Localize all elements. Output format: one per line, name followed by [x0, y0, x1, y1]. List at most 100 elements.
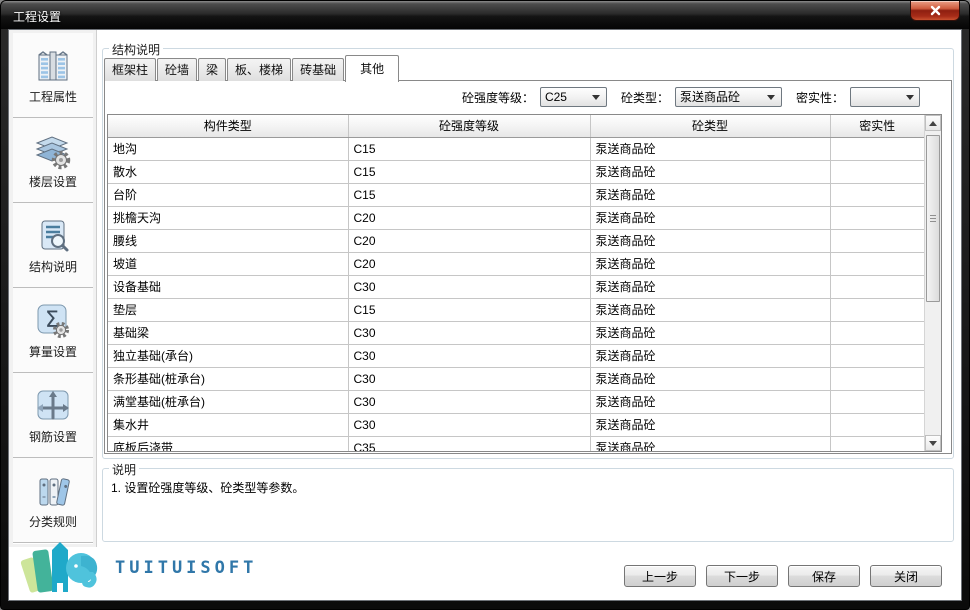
floors-gear-icon	[33, 130, 73, 172]
next-step-button[interactable]: 下一步	[706, 565, 778, 587]
sidebar-item-quantity-settings[interactable]: Σ算量设置	[13, 288, 93, 373]
table-row[interactable]: 挑檐天沟C20泵送商品砼	[108, 206, 924, 229]
cell-concrete-type[interactable]: 泵送商品砼	[590, 137, 830, 160]
cell-strength-grade[interactable]: C30	[348, 275, 590, 298]
table-row[interactable]: 集水井C30泵送商品砼	[108, 413, 924, 436]
cell-component-type[interactable]: 满堂基础(桩承台)	[108, 390, 348, 413]
scroll-up-button[interactable]	[925, 115, 941, 131]
cell-component-type[interactable]: 设备基础	[108, 275, 348, 298]
cell-density[interactable]	[830, 344, 924, 367]
cell-component-type[interactable]: 腰线	[108, 229, 348, 252]
tab-1[interactable]: 砼墙	[157, 58, 197, 81]
table-row[interactable]: 基础梁C30泵送商品砼	[108, 321, 924, 344]
cell-strength-grade[interactable]: C30	[348, 321, 590, 344]
cell-density[interactable]	[830, 390, 924, 413]
concrete-type-select[interactable]: 泵送商品砼	[675, 87, 782, 107]
table-row[interactable]: 条形基础(桩承台)C30泵送商品砼	[108, 367, 924, 390]
cell-concrete-type[interactable]: 泵送商品砼	[590, 390, 830, 413]
cell-strength-grade[interactable]: C20	[348, 206, 590, 229]
cell-density[interactable]	[830, 137, 924, 160]
cell-density[interactable]	[830, 206, 924, 229]
cell-component-type[interactable]: 地沟	[108, 137, 348, 160]
tab-4[interactable]: 砖基础	[292, 58, 344, 81]
cell-strength-grade[interactable]: C30	[348, 390, 590, 413]
sidebar-item-floor-settings[interactable]: 楼层设置	[13, 118, 93, 203]
books-icon	[33, 470, 73, 512]
component-table: 构件类型砼强度等级砼类型密实性 地沟C15泵送商品砼散水C15泵送商品砼台阶C1…	[107, 114, 942, 452]
cell-density[interactable]	[830, 229, 924, 252]
cell-density[interactable]	[830, 298, 924, 321]
scroll-down-button[interactable]	[925, 435, 941, 451]
vertical-scrollbar[interactable]	[924, 115, 941, 451]
save-button[interactable]: 保存	[788, 565, 860, 587]
cell-concrete-type[interactable]: 泵送商品砼	[590, 206, 830, 229]
cell-concrete-type[interactable]: 泵送商品砼	[590, 183, 830, 206]
table-row[interactable]: 地沟C15泵送商品砼	[108, 137, 924, 160]
prev-step-button[interactable]: 上一步	[624, 565, 696, 587]
sidebar-item-rebar-settings[interactable]: 钢筋设置	[13, 373, 93, 458]
cell-density[interactable]	[830, 275, 924, 298]
cell-strength-grade[interactable]: C35	[348, 436, 590, 452]
table-row[interactable]: 设备基础C30泵送商品砼	[108, 275, 924, 298]
cell-component-type[interactable]: 散水	[108, 160, 348, 183]
table-row[interactable]: 腰线C20泵送商品砼	[108, 229, 924, 252]
table-row[interactable]: 散水C15泵送商品砼	[108, 160, 924, 183]
tab-0[interactable]: 框架柱	[104, 58, 156, 81]
cell-concrete-type[interactable]: 泵送商品砼	[590, 413, 830, 436]
cell-concrete-type[interactable]: 泵送商品砼	[590, 436, 830, 452]
cell-concrete-type[interactable]: 泵送商品砼	[590, 252, 830, 275]
cell-density[interactable]	[830, 252, 924, 275]
table-row[interactable]: 底板后浇带C35泵送商品砼	[108, 436, 924, 452]
cell-component-type[interactable]: 底板后浇带	[108, 436, 348, 452]
table-row[interactable]: 独立基础(承台)C30泵送商品砼	[108, 344, 924, 367]
cell-concrete-type[interactable]: 泵送商品砼	[590, 321, 830, 344]
sidebar-item-project-properties[interactable]: 工程属性	[13, 33, 93, 118]
cell-strength-grade[interactable]: C15	[348, 183, 590, 206]
cell-component-type[interactable]: 集水井	[108, 413, 348, 436]
cell-density[interactable]	[830, 436, 924, 452]
table-row[interactable]: 台阶C15泵送商品砼	[108, 183, 924, 206]
cell-strength-grade[interactable]: C15	[348, 137, 590, 160]
cell-strength-grade[interactable]: C30	[348, 344, 590, 367]
cell-concrete-type[interactable]: 泵送商品砼	[590, 367, 830, 390]
cell-concrete-type[interactable]: 泵送商品砼	[590, 275, 830, 298]
cell-density[interactable]	[830, 367, 924, 390]
cell-strength-grade[interactable]: C15	[348, 160, 590, 183]
cell-density[interactable]	[830, 160, 924, 183]
cell-density[interactable]	[830, 321, 924, 344]
cell-component-type[interactable]: 挑檐天沟	[108, 206, 348, 229]
cell-strength-grade[interactable]: C20	[348, 252, 590, 275]
cell-strength-grade[interactable]: C30	[348, 413, 590, 436]
cell-concrete-type[interactable]: 泵送商品砼	[590, 229, 830, 252]
table-row[interactable]: 垫层C15泵送商品砼	[108, 298, 924, 321]
cell-strength-grade[interactable]: C30	[348, 367, 590, 390]
cell-component-type[interactable]: 基础梁	[108, 321, 348, 344]
tab-5-active[interactable]: 其他	[345, 55, 399, 82]
table-row[interactable]: 坡道C20泵送商品砼	[108, 252, 924, 275]
cell-component-type[interactable]: 独立基础(承台)	[108, 344, 348, 367]
tab-2[interactable]: 梁	[198, 58, 226, 81]
cell-component-type[interactable]: 台阶	[108, 183, 348, 206]
sidebar-item-classification-rules[interactable]: 分类规则	[13, 458, 93, 543]
component-grid: 构件类型砼强度等级砼类型密实性 地沟C15泵送商品砼散水C15泵送商品砼台阶C1…	[108, 115, 924, 452]
table-row[interactable]: 满堂基础(桩承台)C30泵送商品砼	[108, 390, 924, 413]
scrollbar-thumb[interactable]	[926, 135, 940, 302]
sidebar-item-structure-description[interactable]: 结构说明	[13, 203, 93, 288]
density-select[interactable]	[850, 87, 920, 107]
tab-3[interactable]: 板、楼梯	[227, 58, 291, 81]
sidebar-item-label: 分类规则	[29, 513, 77, 530]
close-window-button[interactable]	[910, 1, 960, 21]
cell-density[interactable]	[830, 183, 924, 206]
cell-strength-grade[interactable]: C15	[348, 298, 590, 321]
cell-component-type[interactable]: 坡道	[108, 252, 348, 275]
close-button[interactable]: 关闭	[870, 565, 942, 587]
cell-component-type[interactable]: 垫层	[108, 298, 348, 321]
cell-component-type[interactable]: 条形基础(桩承台)	[108, 367, 348, 390]
cell-concrete-type[interactable]: 泵送商品砼	[590, 160, 830, 183]
cell-density[interactable]	[830, 413, 924, 436]
strength-grade-select[interactable]: C25	[540, 87, 607, 107]
cell-concrete-type[interactable]: 泵送商品砼	[590, 298, 830, 321]
cell-concrete-type[interactable]: 泵送商品砼	[590, 344, 830, 367]
cell-strength-grade[interactable]: C20	[348, 229, 590, 252]
brand-name: TUITUISOFT	[115, 558, 257, 578]
